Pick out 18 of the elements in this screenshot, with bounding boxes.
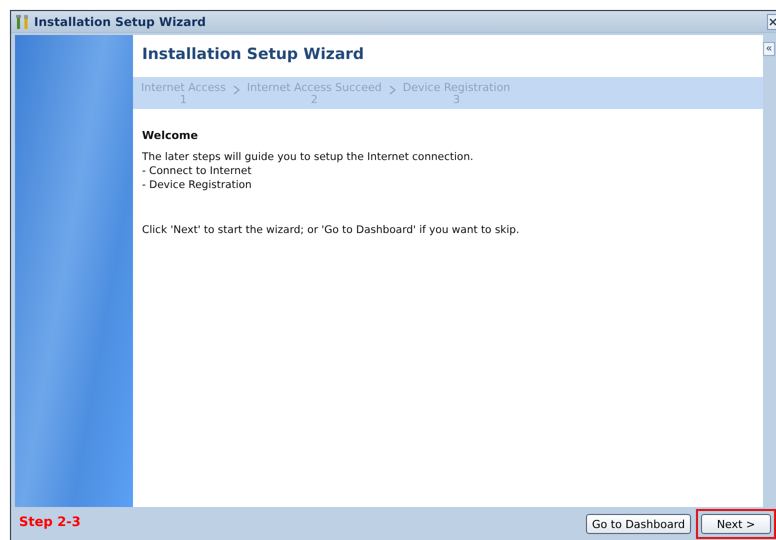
chevron-icon bbox=[388, 85, 397, 95]
section-title: Welcome bbox=[142, 129, 199, 142]
step-label: Internet Access Succeed bbox=[246, 80, 382, 94]
body-text: - Device Registration bbox=[142, 178, 253, 192]
tools-icon bbox=[14, 14, 30, 28]
close-icon[interactable] bbox=[767, 14, 776, 30]
window-title: Installation Setup Wizard bbox=[34, 14, 207, 28]
collapse-button[interactable]: « bbox=[763, 42, 775, 56]
dashboard-button[interactable]: Go to Dashboard bbox=[586, 514, 691, 534]
step-label: Device Registration bbox=[402, 80, 510, 94]
chevron-icon bbox=[232, 85, 241, 95]
wizard-heading: Installation Setup Wizard bbox=[142, 44, 366, 65]
step-label: Internet Access bbox=[141, 80, 226, 94]
body-text: - Connect to Internet bbox=[142, 164, 252, 178]
body-text: The later steps will guide you to setup the Internet connection. bbox=[142, 150, 474, 164]
next-button[interactable]: Next > bbox=[701, 514, 771, 534]
step-annotation: Step 2-3 bbox=[19, 514, 82, 530]
instruction-text: Click 'Next' to start the wizard; or 'Go to Dashboard' if you want to skip. bbox=[142, 224, 520, 236]
